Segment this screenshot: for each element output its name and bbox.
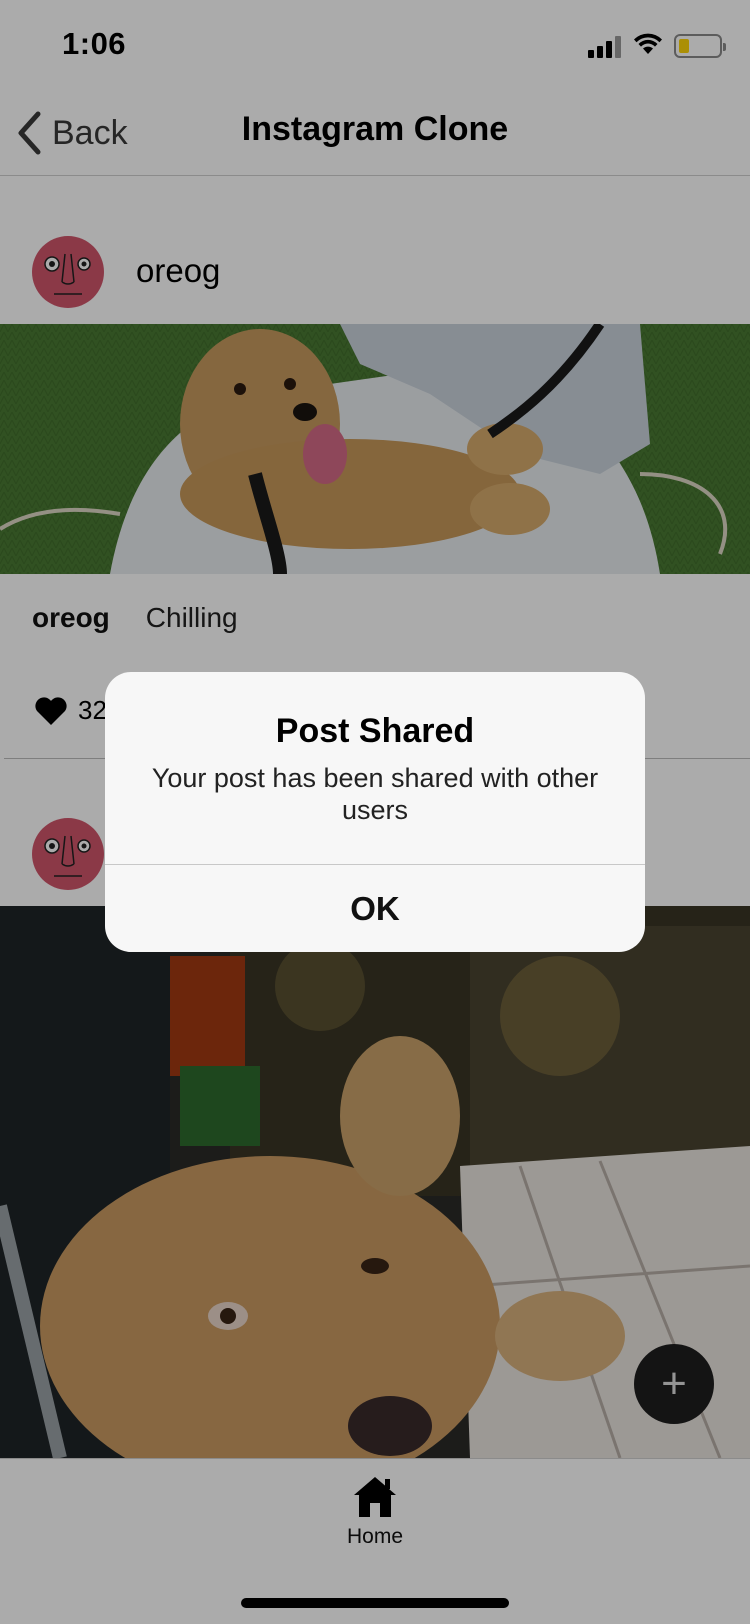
- app-screen: 1:06 Back Instagram Clone oreog oreog Ch…: [0, 0, 750, 1624]
- alert-dialog: Post Shared Your post has been shared wi…: [105, 672, 645, 952]
- alert-title: Post Shared: [275, 712, 475, 750]
- ok-button[interactable]: OK: [105, 865, 645, 952]
- alert-message: Your post has been shared with other use…: [151, 763, 599, 825]
- home-indicator[interactable]: [241, 1598, 509, 1608]
